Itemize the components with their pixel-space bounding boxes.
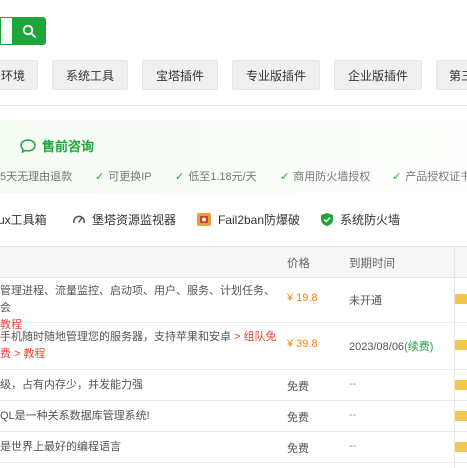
team-free-link[interactable]: > 组队免 (234, 331, 276, 343)
tab-system-tools[interactable]: 系统工具 (52, 60, 128, 90)
price: ¥ 39.8 (287, 338, 318, 350)
tab-enterprise-plugins[interactable]: 企业版插件 (334, 60, 422, 90)
software-description: 级，占有内存少，并发能力强 (0, 379, 143, 391)
feature-item: ✓ 商用防火墙授权 (280, 171, 371, 183)
price: 免费 (287, 381, 309, 393)
table-row: QL是一种关系数据库管理系统! 免费 -- (0, 401, 467, 432)
check-icon: ✓ (175, 171, 185, 183)
tab-environment[interactable]: 环境 (0, 60, 38, 90)
table-row: 级，占有内存少，并发能力强 免费 -- (0, 370, 467, 401)
feature-item: ✓ 低至1.18元/天 (175, 171, 257, 183)
description-text: 手机随时随地管理您的服务器，支持苹果和安卓 (0, 331, 231, 343)
renew-link[interactable]: (续费) (404, 341, 433, 353)
plugin-link-fail2ban[interactable]: Fail2ban防爆破 (196, 211, 300, 228)
column-header-price: 价格 (287, 258, 310, 270)
price: 免费 (287, 443, 309, 455)
expire-date: -- (349, 409, 357, 421)
tab-pro-plugins[interactable]: 专业版插件 (232, 60, 320, 90)
folder-icon[interactable] (455, 340, 467, 350)
folder-icon[interactable] (455, 294, 467, 304)
shield-icon (320, 212, 334, 227)
software-description: 手机随时随地管理您的服务器，支持苹果和安卓 > 组队免 费 > 教程 (0, 329, 278, 363)
presale-label: 售前咨询 (42, 139, 95, 154)
team-free-link-cont[interactable]: 费 (0, 348, 11, 360)
gauge-icon (72, 213, 86, 227)
feature-item: 5天无理由退款 (0, 171, 73, 183)
feature-item: ✓ 产品授权证书 (392, 171, 467, 183)
expire-date: -- (349, 378, 357, 390)
check-icon: ✓ (95, 171, 105, 183)
table-row: 手机随时随地管理您的服务器，支持苹果和安卓 > 组队免 费 > 教程 ¥ 39.… (0, 323, 467, 370)
feature-list: 5天无理由退款 ✓ 可更换IP ✓ 低至1.18元/天 ✓ 商用防火墙授权 ✓ 产品授权… (0, 168, 467, 184)
presale-consult-link[interactable]: 售前咨询 (20, 136, 94, 155)
check-icon: ✓ (280, 171, 290, 183)
expire-date: 2023/08/06(续费) (349, 341, 434, 353)
category-tabs: 环境 系统工具 宝塔插件 专业版插件 企业版插件 第三 (0, 60, 467, 90)
tab-bt-plugins[interactable]: 宝塔插件 (142, 60, 218, 90)
plugin-link-linux-toolbox[interactable]: ux工具箱 (0, 211, 47, 228)
table-row: 是世界上最好的编程语言 免费 -- (0, 432, 467, 463)
plugin-link-resource-monitor[interactable]: 堡塔资源监视器 (72, 211, 176, 228)
software-table: 价格 到期时间 管理进程、流量监控、启动项、用户、服务、计划任务、会 教程 ¥ … (0, 246, 467, 463)
plugin-link-label: 系统防火墙 (340, 213, 401, 227)
software-description: QL是一种关系数据库管理系统! (0, 410, 150, 422)
folder-icon[interactable] (455, 442, 467, 452)
search-button[interactable] (12, 17, 46, 45)
software-description: 是世界上最好的编程语言 (0, 441, 121, 453)
column-header-expire: 到期时间 (349, 258, 395, 270)
table-row: 管理进程、流量监控、启动项、用户、服务、计划任务、会 教程 ¥ 19.8 未开通 (0, 278, 467, 331)
promo-banner: 售前咨询 5天无理由退款 ✓ 可更换IP ✓ 低至1.18元/天 ✓ 商用防火墙授权 … (0, 120, 467, 193)
folder-icon[interactable] (455, 411, 467, 421)
column-divider (454, 246, 455, 468)
price: 免费 (287, 412, 309, 424)
search-icon (22, 24, 36, 38)
plugin-link-label: ux工具箱 (0, 213, 47, 227)
description-text: 管理进程、流量监控、启动项、用户、服务、计划任务、会 (0, 285, 275, 314)
table-header: 价格 到期时间 (0, 246, 467, 278)
shield-badge-icon (196, 212, 212, 227)
plugin-link-label: 堡塔资源监视器 (92, 213, 177, 227)
expire-date: 未开通 (349, 295, 382, 307)
expire-date: -- (349, 440, 357, 452)
feature-item: ✓ 可更换IP (95, 171, 152, 183)
recommended-plugins: ux工具箱 堡塔资源监视器 Fail2ban防爆破 系统防火墙 (0, 211, 467, 231)
check-icon: ✓ (392, 171, 402, 183)
tutorial-link[interactable]: > 教程 (14, 348, 45, 360)
folder-icon[interactable] (455, 380, 467, 390)
price: ¥ 19.8 (287, 292, 318, 304)
chat-icon (20, 138, 36, 153)
plugin-link-label: Fail2ban防爆破 (218, 213, 301, 227)
tab-third-party[interactable]: 第三 (436, 60, 467, 90)
divider (0, 105, 467, 106)
plugin-link-firewall[interactable]: 系统防火墙 (320, 211, 400, 228)
